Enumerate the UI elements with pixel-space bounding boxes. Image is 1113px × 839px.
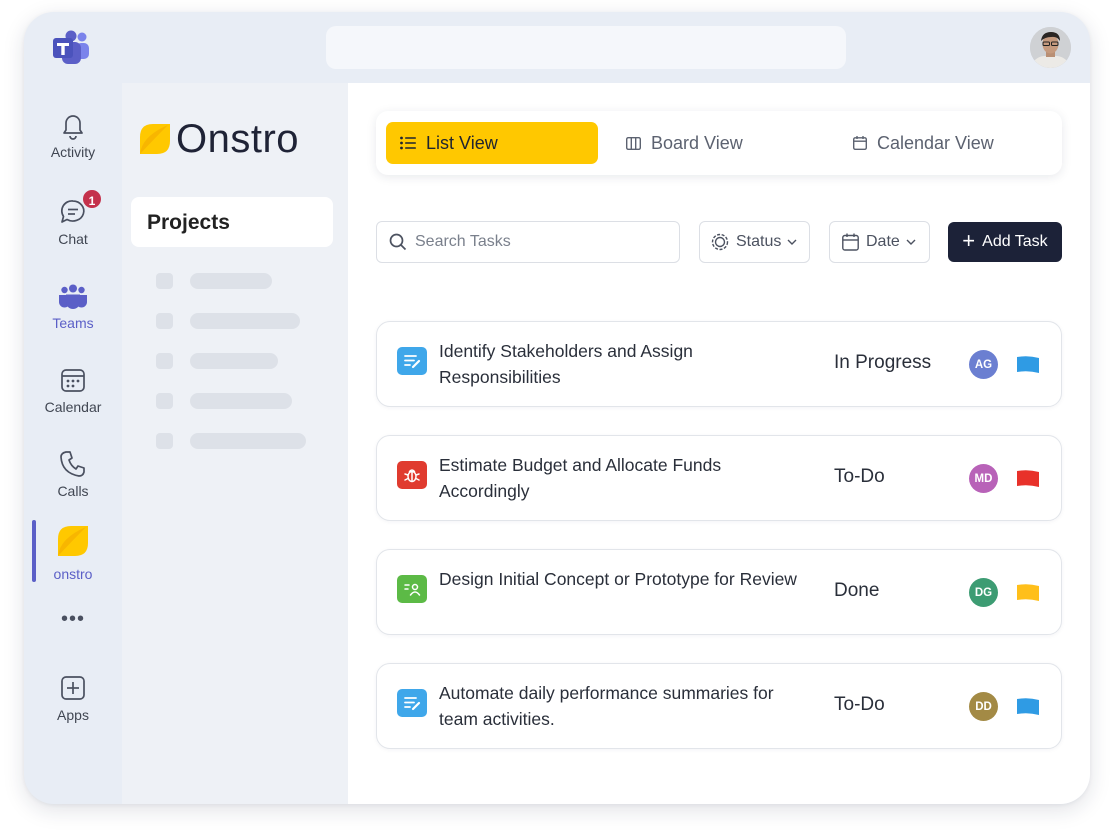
- rail-item-teams[interactable]: Teams: [24, 281, 122, 331]
- calendar-icon: [58, 365, 88, 395]
- tab-calendar-view[interactable]: Calendar View: [853, 122, 1053, 164]
- rail-item-calendar[interactable]: Calendar: [24, 365, 122, 415]
- rail-label: Apps: [57, 707, 89, 723]
- rail-label: Calls: [57, 483, 89, 499]
- assignee-avatar[interactable]: AG: [969, 350, 998, 379]
- task-row[interactable]: Identify Stakeholders and Assign Respons…: [376, 321, 1062, 407]
- document-edit-icon: [397, 689, 427, 717]
- bell-icon: [58, 110, 88, 140]
- list-icon: [400, 136, 416, 150]
- rail-item-onstro[interactable]: onstro: [24, 524, 122, 582]
- project-skeleton-row: [156, 353, 278, 369]
- main-content: List View Board View Calendar View Searc…: [348, 83, 1090, 804]
- status-filter-label: Status: [736, 233, 782, 250]
- project-skeleton-row: [156, 313, 300, 329]
- projects-heading[interactable]: Projects: [131, 197, 333, 247]
- user-card-icon: [397, 575, 427, 603]
- add-task-button[interactable]: + Add Task: [948, 222, 1062, 262]
- rail-label: Calendar: [44, 399, 102, 415]
- rail-item-calls[interactable]: Calls: [24, 449, 122, 499]
- search-icon: [389, 233, 407, 251]
- assignee-avatar[interactable]: DG: [969, 578, 998, 607]
- rail-item-chat[interactable]: 1 Chat: [24, 188, 122, 247]
- calendar-icon: [853, 136, 867, 150]
- priority-flag-icon[interactable]: [1015, 355, 1041, 375]
- rail-item-activity[interactable]: Activity: [24, 110, 122, 160]
- tab-list-view[interactable]: List View: [386, 122, 598, 164]
- onstro-brand: Onstro: [138, 116, 300, 161]
- tab-board-view[interactable]: Board View: [626, 122, 826, 164]
- priority-flag-icon[interactable]: [1015, 583, 1041, 603]
- task-status[interactable]: In Progress: [834, 352, 931, 374]
- teams-window: Activity 1 Chat Teams Calendar Calls ons…: [24, 12, 1090, 804]
- user-avatar[interactable]: [1030, 27, 1071, 68]
- task-title: Estimate Budget and Allocate Funds Accor…: [439, 455, 722, 501]
- project-skeleton-row: [156, 433, 306, 449]
- chevron-down-icon: [787, 239, 797, 245]
- search-tasks-field[interactable]: [376, 221, 680, 263]
- more-apps-icon[interactable]: •••: [24, 608, 122, 631]
- task-row[interactable]: Design Initial Concept or Prototype for …: [376, 549, 1062, 635]
- assignee-avatar[interactable]: MD: [969, 464, 998, 493]
- task-title: Identify Stakeholders and Assign Respons…: [439, 341, 693, 387]
- rail-label: Activity: [50, 144, 96, 160]
- date-filter-label: Date: [866, 233, 900, 250]
- date-filter-dropdown[interactable]: Date: [829, 221, 930, 263]
- phone-icon: [58, 449, 88, 479]
- task-status[interactable]: To-Do: [834, 694, 885, 716]
- rail-item-apps[interactable]: Apps: [24, 673, 122, 723]
- onstro-leaf-icon: [56, 524, 90, 558]
- bug-icon: [397, 461, 427, 489]
- search-tasks-input[interactable]: [415, 233, 665, 251]
- task-status[interactable]: Done: [834, 580, 879, 602]
- teams-icon: [58, 281, 88, 311]
- project-skeleton-row: [156, 393, 292, 409]
- chevron-down-icon: [906, 239, 916, 245]
- status-icon: [711, 233, 729, 251]
- task-title: Automate daily performance summaries for…: [439, 683, 774, 729]
- plus-icon: +: [962, 228, 976, 253]
- rail-label: Teams: [52, 315, 94, 331]
- priority-flag-icon[interactable]: [1015, 697, 1041, 717]
- brand-name: Onstro: [176, 116, 300, 161]
- calendar-icon: [842, 233, 859, 251]
- task-row[interactable]: Automate daily performance summaries for…: [376, 663, 1062, 749]
- board-icon: [626, 136, 641, 150]
- rail-label: onstro: [53, 566, 93, 582]
- projects-panel: Onstro Projects: [122, 83, 348, 804]
- rail-label: Chat: [58, 231, 88, 247]
- onstro-logo-icon: [140, 124, 170, 154]
- document-edit-icon: [397, 347, 427, 375]
- tab-label: Board View: [651, 132, 743, 153]
- chat-unread-badge: 1: [81, 188, 103, 210]
- chat-icon: 1: [58, 188, 103, 227]
- add-task-label: Add Task: [982, 233, 1048, 250]
- teams-logo-icon[interactable]: [51, 30, 91, 66]
- global-search-bar[interactable]: [326, 26, 846, 69]
- priority-flag-icon[interactable]: [1015, 469, 1041, 489]
- tab-label: Calendar View: [877, 132, 994, 153]
- plus-square-icon: [58, 673, 88, 703]
- status-filter-dropdown[interactable]: Status: [699, 221, 810, 263]
- task-row[interactable]: Estimate Budget and Allocate Funds Accor…: [376, 435, 1062, 521]
- view-switcher: List View Board View Calendar View: [376, 111, 1062, 175]
- project-skeleton-row: [156, 273, 272, 289]
- task-title: Design Initial Concept or Prototype for …: [439, 569, 797, 589]
- tab-label: List View: [426, 132, 498, 153]
- assignee-avatar[interactable]: DD: [969, 692, 998, 721]
- task-status[interactable]: To-Do: [834, 466, 885, 488]
